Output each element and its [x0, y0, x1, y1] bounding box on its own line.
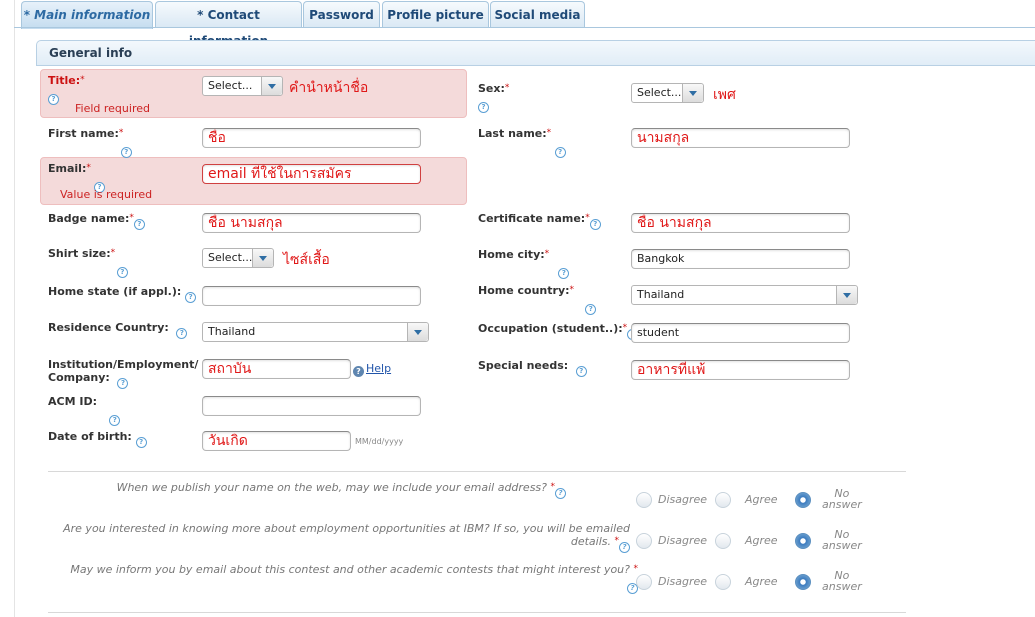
divider	[48, 471, 906, 472]
help-icon[interactable]: ?	[554, 147, 566, 158]
q2-disagree-radio[interactable]	[636, 533, 652, 549]
q3-disagree-radio[interactable]	[636, 574, 652, 590]
q1-no-answer-radio[interactable]	[795, 492, 811, 508]
help-icon[interactable]: ?	[109, 415, 121, 426]
occupation-input[interactable]: student	[631, 323, 850, 343]
home-state-label: Home state (if appl.): ?	[48, 285, 197, 303]
help-icon[interactable]: ?	[558, 268, 570, 279]
chevron-down-icon	[261, 77, 282, 95]
q3-no-answer-label: No answer	[822, 569, 862, 593]
tab-password[interactable]: Password	[303, 1, 380, 28]
home-city-input[interactable]: Bangkok	[631, 249, 850, 269]
help-icon[interactable]: ?	[185, 292, 197, 303]
tab-contact-information[interactable]: * Contact information	[155, 1, 302, 48]
certificate-name-input[interactable]: ชื่อ นามสกุล	[631, 213, 850, 233]
home-city-label: Home city:* ?	[478, 248, 570, 279]
sex-label: Sex:*?	[478, 82, 510, 113]
dob-format-hint: MM/dd/yyyy	[355, 437, 404, 446]
tab-main-information[interactable]: * Main information	[21, 1, 153, 29]
shirt-size-note: ไซส์เสื้อ	[283, 252, 330, 268]
shirt-size-label: Shirt size:* ?	[48, 247, 128, 278]
first-name-label: First name:* ?	[48, 127, 132, 158]
q1-disagree-radio[interactable]	[636, 492, 652, 508]
sex-select[interactable]: Select...	[631, 83, 704, 103]
home-state-input[interactable]	[202, 286, 421, 306]
last-name-input[interactable]: นามสกุล	[631, 128, 850, 148]
badge-name-input[interactable]: ชื่อ นามสกุล	[202, 213, 421, 233]
institution-label: Institution/Employment/Company: ?	[48, 358, 199, 389]
email-error-message: Value is required	[60, 188, 153, 201]
help-circle-icon: ?	[353, 366, 364, 377]
help-icon[interactable]: ?	[585, 304, 597, 315]
title-note: คำนำหน้าชื่อ	[289, 80, 369, 96]
left-border	[14, 0, 15, 617]
q2-no-answer-label: No answer	[822, 528, 862, 552]
chevron-down-icon	[682, 84, 703, 102]
help-icon[interactable]: ?	[575, 366, 587, 377]
shirt-size-select[interactable]: Select...	[202, 248, 274, 268]
help-icon[interactable]: ?	[135, 437, 147, 448]
acm-id-input[interactable]	[202, 396, 421, 416]
q2-agree-label: Agree	[745, 534, 778, 547]
email-input[interactable]: email ที่ใช้ในการสมัคร	[202, 164, 421, 184]
q2-agree-radio[interactable]	[715, 533, 731, 549]
occupation-label: Occupation (student..):*?	[478, 322, 639, 340]
first-name-input[interactable]: ชื่อ	[202, 128, 421, 148]
help-icon[interactable]: ?	[619, 542, 630, 553]
title-label: Title:*?	[48, 74, 85, 105]
tab-social-media[interactable]: Social media	[490, 1, 585, 28]
chevron-down-icon	[407, 323, 428, 341]
help-icon[interactable]: ?	[555, 488, 566, 499]
institution-help-link[interactable]: ? Help	[353, 362, 391, 377]
q3-disagree-label: Disagree	[658, 575, 708, 588]
residence-country-select[interactable]: Thailand	[202, 322, 429, 342]
help-icon[interactable]: ?	[589, 219, 601, 230]
dob-input[interactable]: วันเกิด	[202, 431, 351, 451]
help-icon[interactable]: ?	[48, 94, 59, 105]
badge-name-label: Badge name:*?	[48, 212, 145, 230]
q3-no-answer-radio[interactable]	[795, 574, 811, 590]
chevron-down-icon	[252, 249, 273, 267]
help-icon[interactable]: ?	[120, 147, 132, 158]
institution-input[interactable]: สถาบัน	[202, 359, 351, 379]
q2-no-answer-radio[interactable]	[795, 533, 811, 549]
special-needs-label: Special needs: ?	[478, 359, 587, 377]
sex-note: เพศ	[713, 87, 736, 103]
q3-agree-label: Agree	[745, 575, 778, 588]
title-select[interactable]: Select...	[202, 76, 283, 96]
tab-underline	[14, 27, 1035, 28]
question-2-text: Are you interested in knowing more about…	[63, 522, 630, 553]
section-header: General info	[36, 40, 1035, 66]
residence-country-label: Residence Country: ?	[48, 321, 188, 339]
certificate-name-label: Certificate name:*?	[478, 212, 601, 230]
help-icon[interactable]: ?	[176, 328, 188, 339]
q1-agree-label: Agree	[745, 493, 778, 506]
q1-disagree-label: Disagree	[658, 493, 708, 506]
question-1-text: When we publish your name on the web, ma…	[60, 481, 566, 499]
special-needs-input[interactable]: อาหารที่แพ้	[631, 360, 850, 380]
help-icon[interactable]: ?	[478, 102, 489, 113]
help-icon[interactable]: ?	[117, 378, 129, 389]
home-country-select[interactable]: Thailand	[631, 285, 858, 305]
dob-label: Date of birth: ?	[48, 430, 147, 448]
q1-no-answer-label: No answer	[822, 487, 862, 511]
tab-profile-picture[interactable]: Profile picture	[382, 1, 489, 28]
divider	[48, 612, 906, 613]
last-name-label: Last name:* ?	[478, 127, 566, 158]
question-3-text: May we inform you by email about this co…	[70, 563, 638, 594]
title-error-message: Field required	[75, 102, 150, 115]
help-icon[interactable]: ?	[116, 267, 128, 278]
section-title: General info	[49, 46, 133, 60]
q2-disagree-label: Disagree	[658, 534, 708, 547]
acm-id-label: ACM ID: ?	[48, 395, 121, 426]
q3-agree-radio[interactable]	[715, 574, 731, 590]
q1-agree-radio[interactable]	[715, 492, 731, 508]
help-icon[interactable]: ?	[133, 219, 145, 230]
chevron-down-icon	[836, 286, 857, 304]
home-country-label: Home country:* ?	[478, 284, 597, 315]
